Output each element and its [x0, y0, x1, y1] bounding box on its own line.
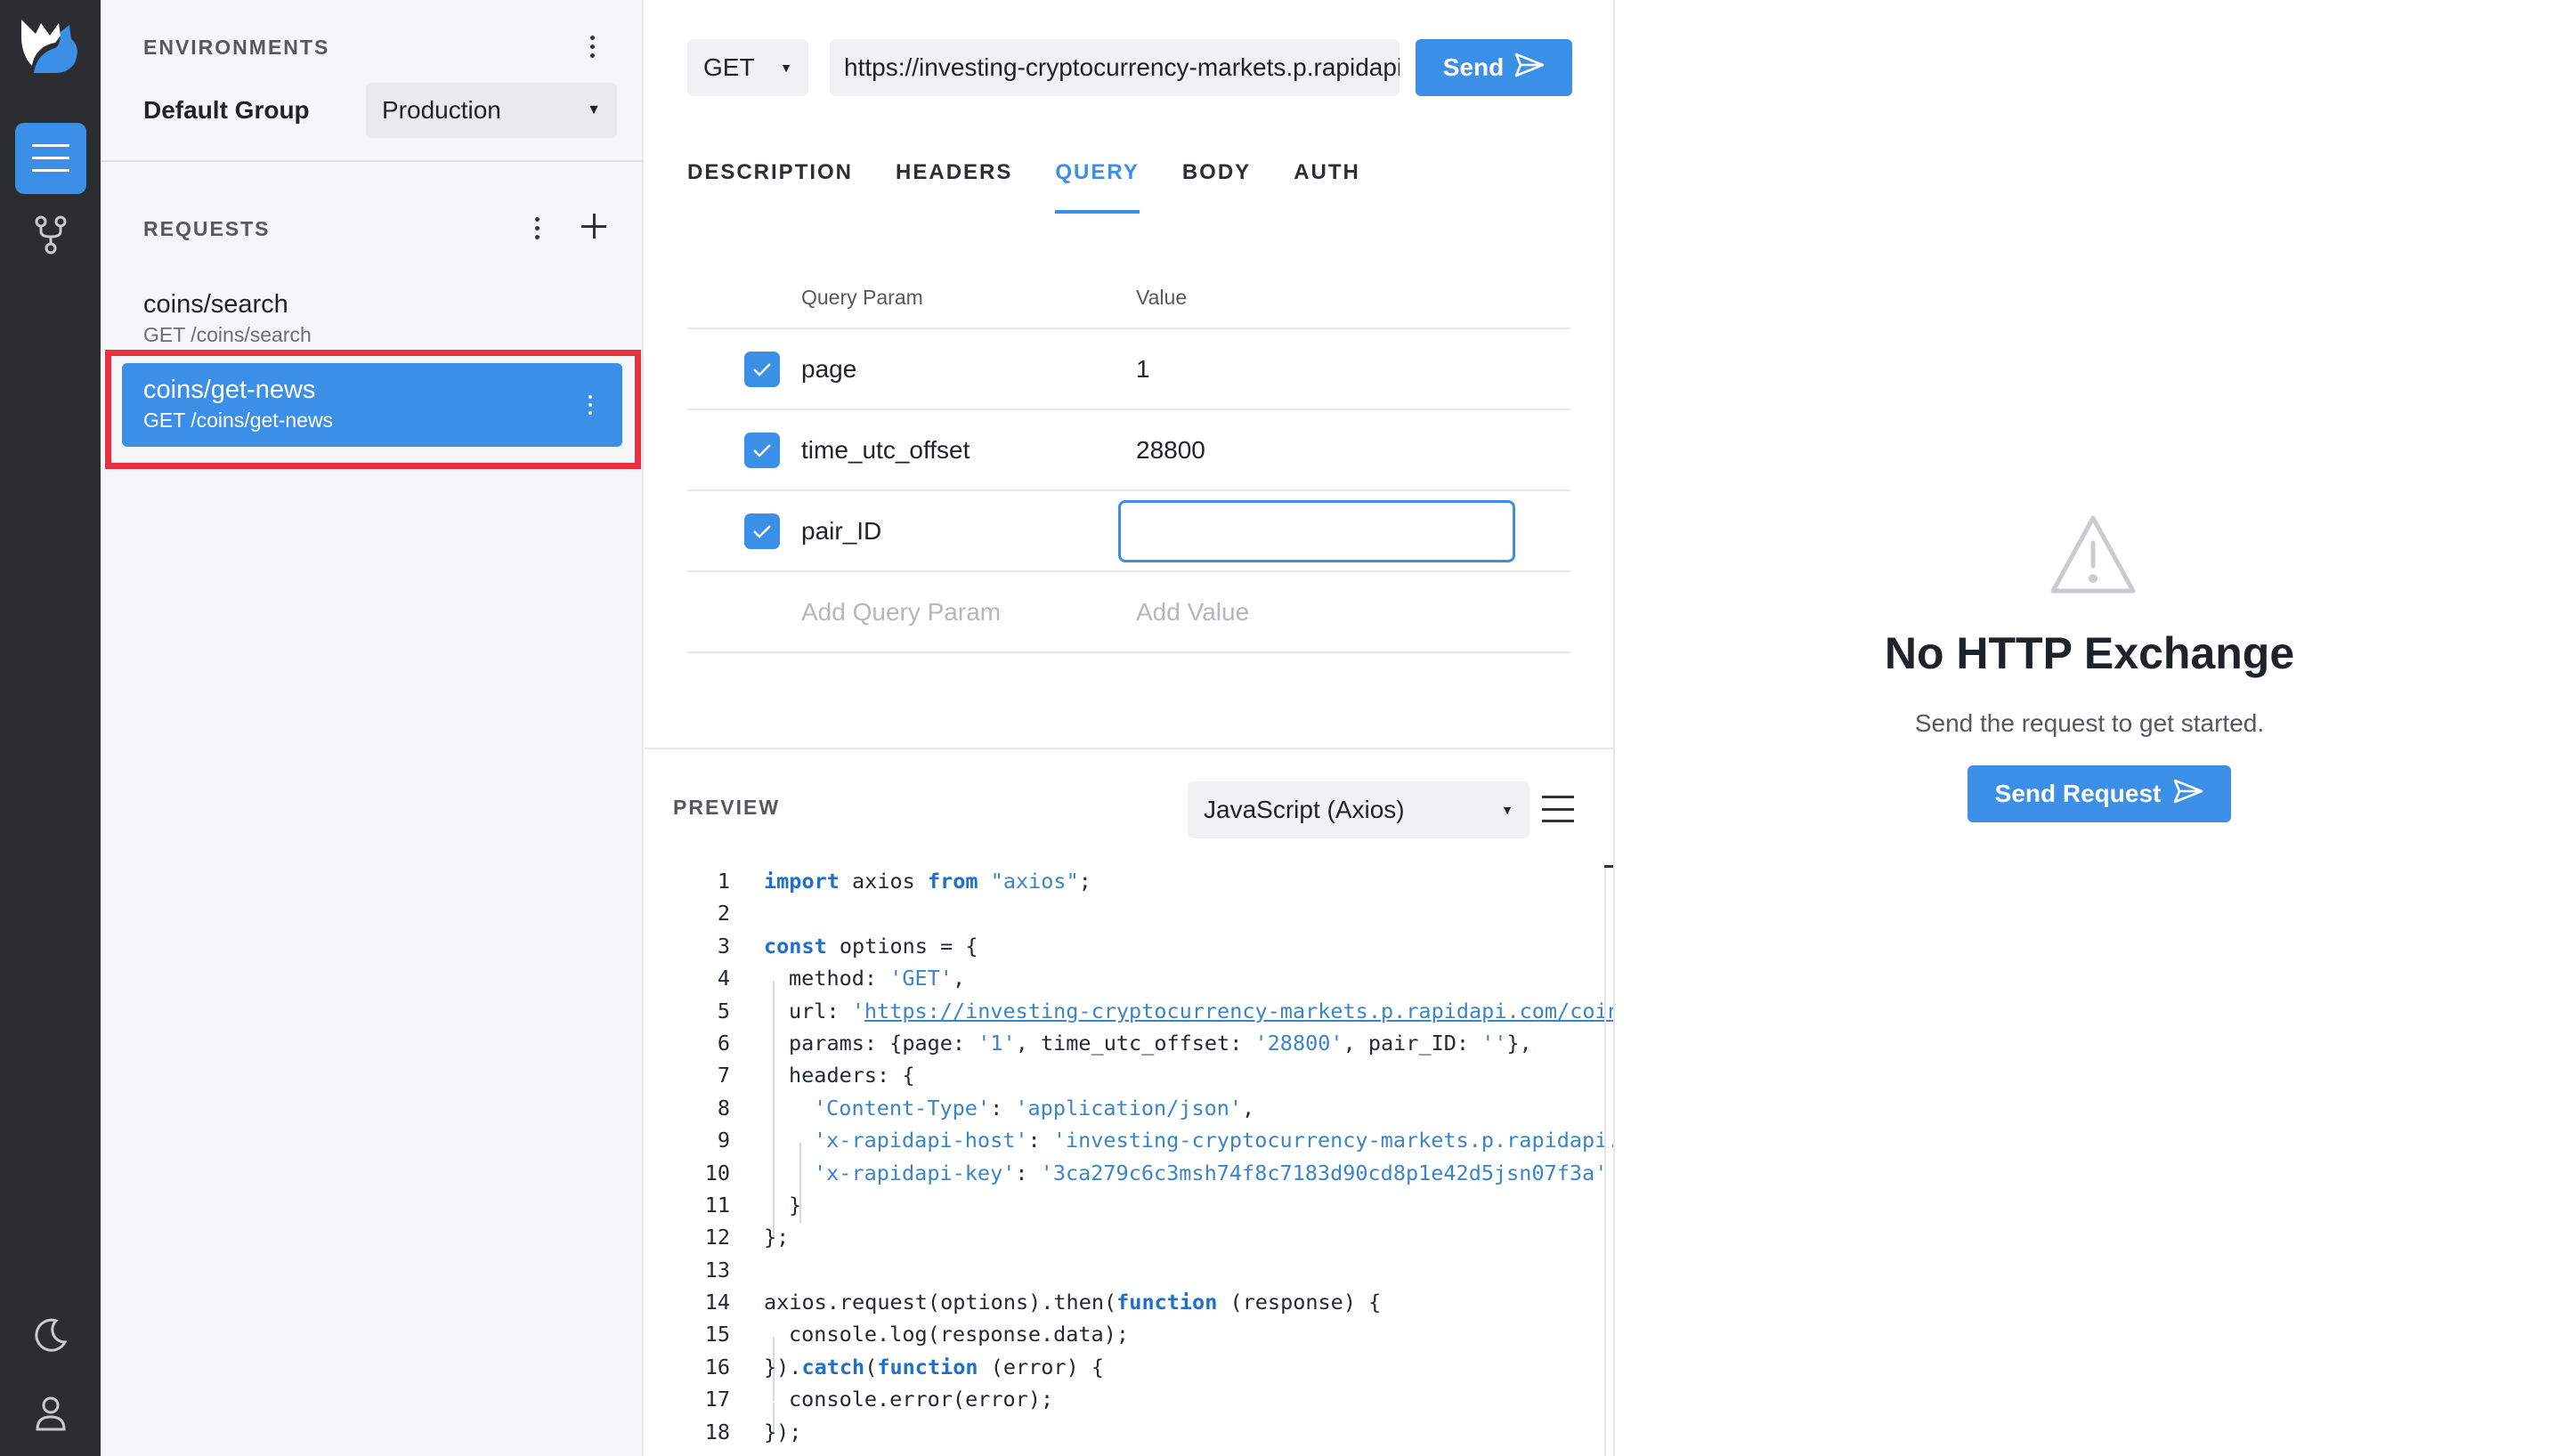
requests-menu-icon[interactable] [526, 210, 548, 246]
code-line: 16}).catch(function (error) { [704, 1354, 1105, 1379]
tab-headers[interactable]: HEADERS [896, 157, 1012, 214]
send-button[interactable]: Send [1416, 39, 1572, 96]
empty-state-subtitle: Send the request to get started. [1914, 709, 2265, 737]
code-scrollbar-thumb[interactable] [1604, 865, 1613, 868]
method-select[interactable]: GET ▼ [687, 39, 808, 96]
preview-title: PREVIEW [673, 796, 781, 819]
moon-icon [33, 1317, 69, 1353]
user-icon [36, 1395, 66, 1431]
code-line: 12}; [704, 1225, 790, 1250]
code-line: 9'x-rapidapi-host': 'investing-cryptocur… [717, 1128, 1613, 1153]
param-value[interactable]: 1 [1136, 355, 1570, 384]
send-label: Send [1442, 53, 1505, 81]
query-params-table: Query Param Value page 1 time_utc_offset… [687, 267, 1570, 653]
code-line: 3 const options = { [717, 933, 978, 959]
param-key[interactable]: page [801, 355, 1136, 384]
param-value[interactable]: 28800 [1136, 436, 1570, 465]
warning-icon [2049, 514, 2137, 595]
param-checkbox[interactable] [744, 432, 780, 468]
preview-divider [645, 748, 1613, 749]
param-checkbox[interactable] [744, 351, 780, 387]
code-line: 13 [704, 1257, 730, 1282]
preview-menu-icon[interactable] [1542, 796, 1574, 822]
code-line: 11} [704, 1192, 802, 1217]
response-panel: No HTTP Exchange Send the request to get… [1613, 0, 2564, 1456]
param-value-input[interactable] [1118, 500, 1515, 562]
code-preview[interactable]: 1 import axios from "axios"; 2 3 const opt… [666, 865, 1613, 1456]
environments-menu-icon[interactable] [581, 28, 603, 64]
menu-lines-icon [32, 144, 69, 173]
code-line: 15 console.log(response.data); [704, 1322, 1130, 1347]
logo-icon[interactable] [20, 16, 80, 77]
add-query-param-input[interactable]: Add Query Param [801, 598, 1136, 627]
caret-down-icon: ▼ [780, 61, 792, 75]
tab-body[interactable]: BODY [1182, 157, 1251, 214]
selection-highlight [105, 350, 641, 469]
sidebar: ENVIRONMENTS Default Group Production ▼ … [101, 0, 644, 1456]
query-row: time_utc_offset 28800 [687, 410, 1570, 491]
add-query-row: Add Query Param Add Value [687, 572, 1570, 653]
send-request-label: Send Request [1994, 780, 2162, 807]
environment-selected-value: Production [382, 96, 501, 124]
caret-down-icon: ▼ [587, 102, 601, 117]
code-line: 6 params: {page: '1', time_utc_offset: '2… [717, 1030, 1532, 1056]
add-request-icon[interactable] [578, 210, 610, 242]
code-line: 1 import axios from "axios"; [717, 869, 1091, 894]
send-request-button[interactable]: Send Request [1968, 765, 2231, 822]
send-arrow-icon [2173, 779, 2203, 810]
request-item-coins-search[interactable]: coins/search GET /coins/search [122, 290, 622, 347]
value-header: Value [1136, 285, 1188, 309]
url-input[interactable]: https://investing-cryptocurrency-markets… [830, 39, 1400, 96]
tab-auth[interactable]: AUTH [1294, 157, 1360, 214]
caret-down-icon: ▼ [1501, 803, 1513, 817]
request-name: coins/search [143, 290, 288, 319]
query-row: pair_ID [687, 491, 1570, 572]
request-editor: GET ▼ https://investing-cryptocurrency-m… [645, 0, 1613, 1456]
code-line: 5 url: 'https://investing-cryptocurrency-… [666, 995, 1613, 1027]
requests-title: REQUESTS [143, 217, 271, 240]
app-rail [0, 0, 101, 1456]
code-line: 7 headers: { [717, 1063, 915, 1088]
method-value: GET [703, 53, 755, 81]
code-line: 2 [717, 901, 730, 926]
query-table-header: Query Param Value [687, 267, 1570, 329]
environment-select[interactable]: Production ▼ [366, 83, 617, 138]
code-line: 8 'Content-Type': 'application/json', [717, 1095, 1255, 1120]
environment-group-label: Default Group [143, 96, 310, 124]
account-button[interactable] [15, 1378, 86, 1449]
tab-query[interactable]: QUERY [1055, 157, 1140, 214]
environments-title: ENVIRONMENTS [143, 36, 330, 59]
branch-icon [35, 215, 67, 255]
language-value: JavaScript (Axios) [1204, 796, 1405, 823]
branch-nav-button[interactable] [15, 199, 86, 271]
request-tabs: DESCRIPTION HEADERS QUERY BODY AUTH [687, 157, 1360, 214]
theme-toggle-button[interactable] [15, 1299, 86, 1371]
code-scrollbar[interactable] [1604, 865, 1606, 1456]
param-key[interactable]: pair_ID [801, 517, 1136, 546]
query-param-header: Query Param [801, 285, 923, 309]
code-line: 18}); [704, 1419, 802, 1444]
sidebar-divider [101, 160, 644, 162]
send-arrow-icon [1514, 53, 1545, 84]
param-checkbox[interactable] [744, 513, 780, 549]
add-value-input[interactable]: Add Value [1136, 598, 1570, 627]
code-line: 4 method: 'GET', [717, 966, 966, 991]
url-link[interactable]: https://investing-cryptocurrency-markets… [864, 999, 1613, 1023]
request-path: GET /coins/search [143, 323, 312, 346]
code-line: 14 axios.request(options).then(function (… [704, 1290, 1382, 1315]
tab-description[interactable]: DESCRIPTION [687, 157, 853, 214]
query-row: page 1 [687, 329, 1570, 410]
language-select[interactable]: JavaScript (Axios) ▼ [1188, 781, 1529, 838]
code-line: 10'x-rapidapi-key': '3ca279c6c3msh74f8c7… [704, 1160, 1608, 1185]
empty-state-title: No HTTP Exchange [1884, 628, 2295, 678]
param-key[interactable]: time_utc_offset [801, 436, 1136, 465]
requests-nav-button[interactable] [15, 123, 86, 194]
code-line: 17 console.error(error); [704, 1387, 1054, 1412]
